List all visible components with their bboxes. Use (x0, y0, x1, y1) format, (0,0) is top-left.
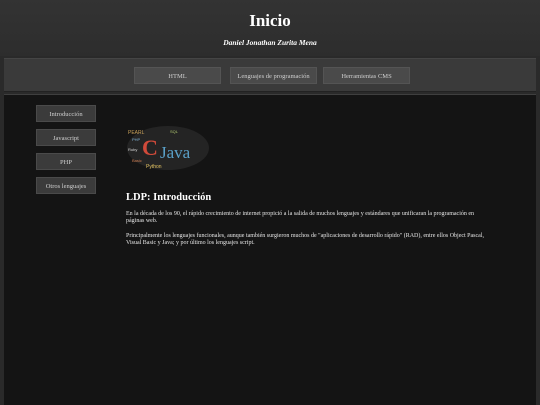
main-content: Introducción Javascript PHP Otros lengua… (4, 94, 536, 405)
article-title: LDP: Introducción (126, 192, 212, 203)
nav-html-button[interactable]: HTML (134, 67, 221, 84)
author-name: Daniel Jonathan Zurita Mena (223, 38, 317, 47)
sidebar-item-php[interactable]: PHP (36, 153, 96, 170)
programming-languages-image: PEARL PHP SQL C Java Ruby Basic Python (127, 126, 209, 170)
image-word-other-1: Python (146, 164, 162, 170)
image-word-other-2: PHP (132, 137, 141, 142)
image-word-letter: C (142, 135, 158, 160)
nav-cms-tools-button[interactable]: Herramientas CMS (323, 67, 410, 84)
page-title: Inicio (249, 11, 291, 30)
image-word-other-4: Ruby (128, 147, 137, 152)
sidebar-item-otros-lenguajes[interactable]: Otros lenguajes (36, 177, 96, 194)
sidebar-item-introduccion[interactable]: Introducción (36, 105, 96, 122)
image-word-other-3: SQL (170, 129, 179, 134)
sidebar-item-javascript[interactable]: Javascript (36, 129, 96, 146)
top-navigation: HTML Lenguajes de programación Herramien… (4, 58, 536, 92)
article-paragraph-1: En la década de los 90, el rápido crecim… (126, 211, 475, 224)
article-paragraph-2: Principalmente los lenguajes funcionales… (126, 233, 485, 246)
image-word-large: Java (160, 143, 191, 162)
header: Inicio Daniel Jonathan Zurita Mena (0, 0, 540, 56)
nav-programming-languages-button[interactable]: Lenguajes de programación (230, 67, 317, 84)
image-word-other-5: Basic (132, 158, 142, 163)
page: Inicio Daniel Jonathan Zurita Mena HTML … (0, 0, 540, 405)
